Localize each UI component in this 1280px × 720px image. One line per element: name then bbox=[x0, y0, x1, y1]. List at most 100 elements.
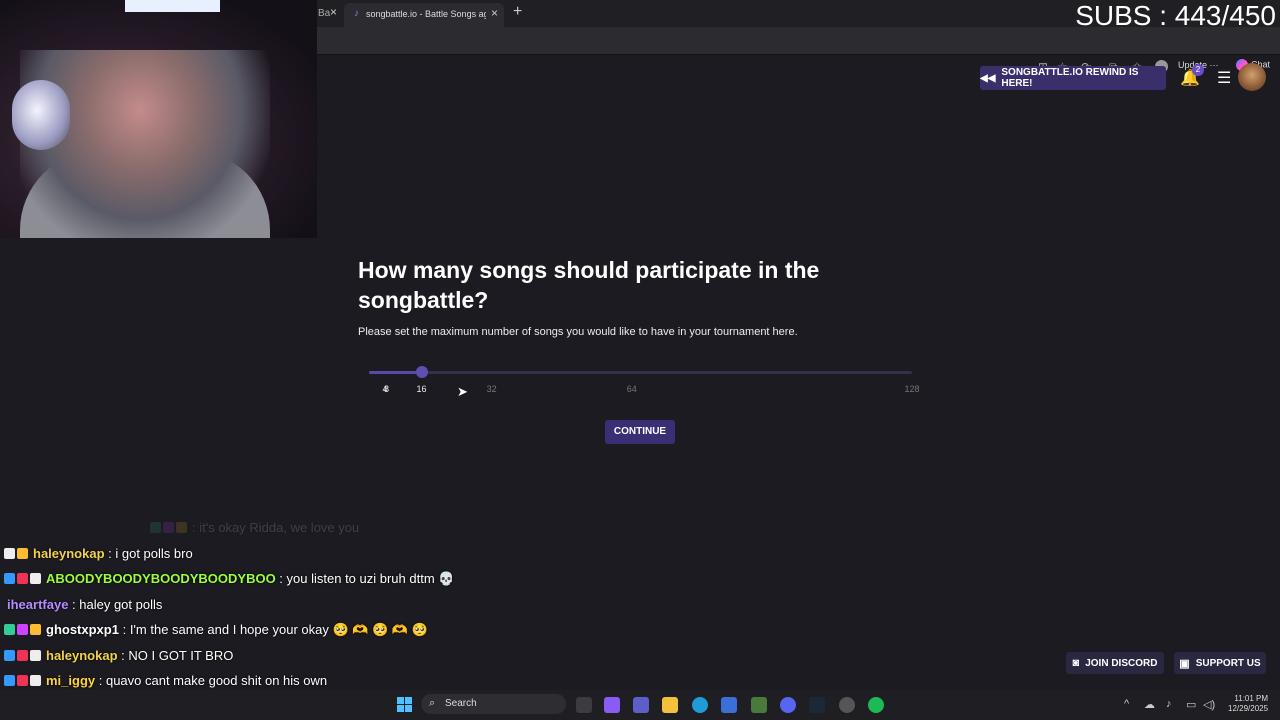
copilot-app-icon[interactable] bbox=[604, 697, 620, 713]
chat-badge-icon bbox=[17, 548, 28, 559]
chat-separator: : bbox=[118, 622, 130, 637]
chat-badge-icon bbox=[30, 624, 41, 635]
tray-chevron-icon[interactable]: ^ bbox=[1124, 698, 1129, 710]
webcam-overlay bbox=[0, 0, 317, 238]
chat-badge-icon bbox=[30, 675, 41, 686]
ring-light bbox=[125, 0, 220, 12]
notification-badge: 2 bbox=[1192, 64, 1204, 76]
user-avatar[interactable] bbox=[1238, 63, 1266, 91]
chat-badge-icon bbox=[30, 573, 41, 584]
new-tab-plus-icon[interactable]: + bbox=[513, 3, 522, 21]
support-us-button[interactable]: ▣ SUPPORT US bbox=[1174, 652, 1266, 674]
chat-separator: : bbox=[68, 597, 80, 612]
hamburger-menu-icon[interactable]: ☰ bbox=[1217, 68, 1231, 88]
slider-tick-label[interactable]: 64 bbox=[627, 384, 637, 394]
rewind-label: SONGBATTLE.IO REWIND IS HERE! bbox=[1001, 67, 1139, 89]
microphone bbox=[12, 80, 70, 150]
chat-username[interactable]: ghostxpxp1 bbox=[46, 622, 119, 637]
support-us-label: SUPPORT US bbox=[1195, 657, 1261, 669]
onedrive-icon[interactable]: ☁ bbox=[1144, 698, 1155, 711]
slider-tick-label[interactable]: 8 bbox=[384, 384, 389, 394]
previous-tab-label[interactable]: Ba bbox=[318, 8, 330, 19]
microphone-tray-icon[interactable]: ♪ bbox=[1166, 698, 1172, 710]
close-icon[interactable]: × bbox=[330, 5, 337, 19]
songbattle-favicon-icon: ♪ bbox=[354, 8, 359, 19]
chat-separator: : bbox=[117, 648, 129, 663]
taskbar-clock[interactable]: 11:01 PM 12/29/2025 bbox=[1228, 694, 1268, 714]
taskbar-search-label: Search bbox=[445, 698, 477, 709]
slider-tick-label[interactable]: 128 bbox=[904, 384, 919, 394]
network-icon[interactable]: ▭ bbox=[1186, 698, 1196, 711]
chat-badge-icon bbox=[17, 624, 28, 635]
clock-time: 11:01 PM bbox=[1234, 694, 1269, 703]
file-explorer-icon[interactable] bbox=[662, 697, 678, 713]
rewind-banner-button[interactable]: ◀◀ SONGBATTLE.IO REWIND IS HERE! bbox=[980, 66, 1166, 90]
chat-badge-icon bbox=[17, 675, 28, 686]
chat-message-text: you listen to uzi bruh dttm 💀 bbox=[286, 571, 455, 586]
chat-badge-icon bbox=[4, 548, 15, 559]
chat-message-text: haley got polls bbox=[79, 597, 163, 612]
discord-app-icon[interactable] bbox=[780, 697, 796, 713]
chat-message-text: quavo cant make good shit on his own bbox=[105, 673, 328, 688]
song-count-slider-thumb[interactable] bbox=[415, 366, 428, 378]
task-view-icon[interactable] bbox=[576, 697, 592, 713]
chat-badge-icon bbox=[4, 624, 15, 635]
windows-start-icon[interactable] bbox=[397, 697, 412, 712]
chat-badge-icon bbox=[150, 522, 161, 533]
volume-icon[interactable]: ◁) bbox=[1203, 698, 1215, 711]
support-icon: ▣ bbox=[1179, 657, 1190, 670]
slider-tick-label[interactable]: 16 bbox=[417, 384, 427, 394]
continue-button[interactable]: CONTINUE bbox=[605, 420, 675, 444]
chat-badges bbox=[4, 546, 30, 561]
song-count-slider-track[interactable] bbox=[369, 371, 912, 374]
steam-icon[interactable] bbox=[809, 697, 825, 713]
chat-badges bbox=[4, 571, 43, 586]
chat-message: : it's okay Ridda, we love you bbox=[150, 520, 359, 535]
chat-badges bbox=[4, 673, 43, 688]
taskbar-search[interactable]: ⌕ Search bbox=[421, 694, 566, 714]
app-icon[interactable] bbox=[751, 697, 767, 713]
close-icon[interactable]: × bbox=[491, 6, 498, 20]
slider-tick-label[interactable]: 32 bbox=[487, 384, 497, 394]
active-tab-title: songbattle.io - Battle Songs again bbox=[366, 9, 486, 19]
spotify-icon[interactable] bbox=[868, 697, 884, 713]
active-tab[interactable]: ♪ songbattle.io - Battle Songs again × bbox=[344, 3, 504, 27]
chat-separator: : bbox=[95, 673, 106, 688]
chat-username[interactable]: ABOODYBOODYBOODYBOODYBOO bbox=[46, 571, 276, 586]
chat-message: iheartfaye : haley got polls bbox=[4, 597, 162, 612]
chat-badge-icon bbox=[163, 522, 174, 533]
page-subtitle: Please set the maximum number of songs y… bbox=[358, 326, 798, 338]
chat-badge-icon bbox=[17, 573, 28, 584]
chat-message-text: NO I GOT IT BRO bbox=[128, 648, 234, 663]
join-discord-button[interactable]: ◙ JOIN DISCORD bbox=[1066, 652, 1164, 674]
obs-icon[interactable] bbox=[839, 697, 855, 713]
mouse-cursor-icon: ➤ bbox=[457, 384, 468, 399]
store-icon[interactable] bbox=[721, 697, 737, 713]
rewind-icon: ◀◀ bbox=[980, 72, 996, 84]
page-title: How many songs should participate in the… bbox=[358, 257, 820, 313]
chat-badge-icon bbox=[4, 650, 15, 661]
clock-date: 12/29/2025 bbox=[1228, 704, 1269, 713]
chat-username[interactable]: iheartfaye bbox=[7, 597, 68, 612]
chat-username[interactable]: haleynokap bbox=[33, 546, 105, 561]
chat-username[interactable]: haleynokap bbox=[46, 648, 118, 663]
chat-message: mi_iggy : quavo cant make good shit on h… bbox=[4, 673, 327, 688]
chat-message-text: i got polls bro bbox=[115, 546, 193, 561]
chat-badges bbox=[4, 648, 43, 663]
chat-separator: : bbox=[275, 571, 287, 586]
edge-browser-icon[interactable] bbox=[692, 697, 708, 713]
chat-badges bbox=[4, 622, 43, 637]
chat-message: haleynokap : i got polls bro bbox=[4, 546, 193, 561]
chat-badge-icon bbox=[30, 650, 41, 661]
discord-icon: ◙ bbox=[1072, 657, 1080, 669]
teams-icon[interactable] bbox=[633, 697, 649, 713]
chat-message: haleynokap : NO I GOT IT BRO bbox=[4, 648, 233, 663]
chat-message: ghostxpxp1 : I'm the same and I hope you… bbox=[4, 622, 428, 638]
chat-message-text: I'm the same and I hope your okay 🥺 🫶 🥺 … bbox=[129, 622, 428, 637]
chat-username[interactable]: mi_iggy bbox=[46, 673, 95, 688]
chat-badge-icon bbox=[4, 675, 15, 686]
chat-message: ABOODYBOODYBOODYBOODYBOO : you listen to… bbox=[4, 571, 454, 587]
chat-badge-icon bbox=[4, 573, 15, 584]
chat-badge-icon bbox=[17, 650, 28, 661]
search-icon: ⌕ bbox=[429, 697, 436, 709]
